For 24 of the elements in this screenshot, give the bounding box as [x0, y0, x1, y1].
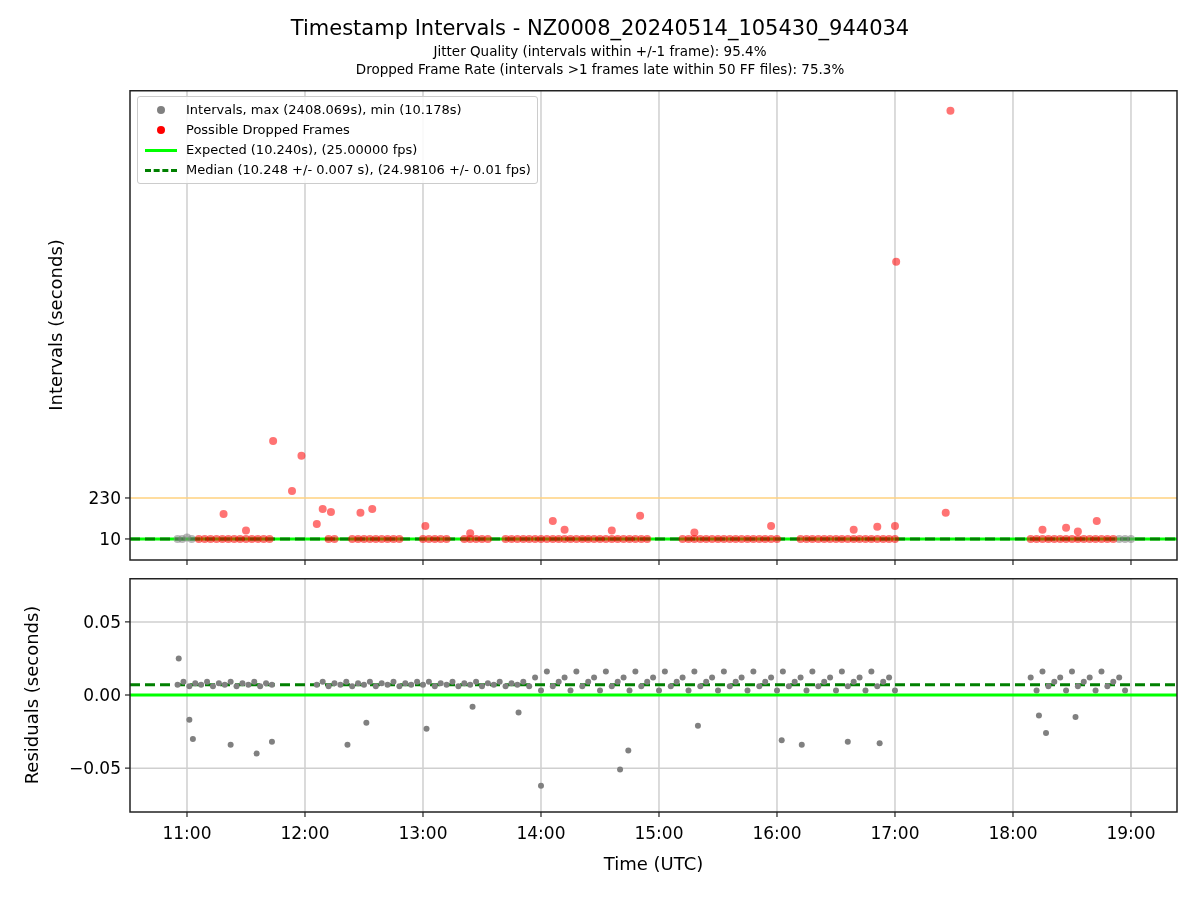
legend-label: Expected (10.240s), (25.00000 fps) — [186, 141, 418, 159]
legend-label: Intervals, max (2408.069s), min (10.178s) — [186, 101, 462, 119]
tick-label: 18:00 — [988, 823, 1038, 843]
axis-title: Intervals (seconds) — [45, 239, 66, 411]
chart-subtitle: Jitter Quality (intervals within +/-1 frame): 95.4% — [433, 42, 767, 60]
chart-title: Timestamp Intervals - NZ0008_20240514_105430_944034 — [290, 15, 910, 42]
tick-label: 11:00 — [162, 823, 212, 843]
tick-label: 14:00 — [516, 823, 566, 843]
legend-label: Possible Dropped Frames — [186, 121, 350, 139]
tick-label: 0.00 — [83, 685, 121, 705]
axis-title: Time (UTC) — [603, 853, 704, 874]
tick-label: 230 — [88, 487, 121, 508]
tick-label: 12:00 — [280, 823, 330, 843]
tick-label: 19:00 — [1106, 823, 1156, 843]
tick-label: 10 — [99, 528, 121, 549]
axis-title: Residuals (seconds) — [21, 605, 42, 785]
tick-label: 16:00 — [752, 823, 802, 843]
tick-label: 0.05 — [83, 611, 121, 632]
legend-label: Median (10.248 +/- 0.007 s), (24.98106 +/- 0.01 fps) — [186, 161, 531, 179]
tick-label: 13:00 — [398, 823, 448, 843]
tick-label: −0.05 — [68, 758, 121, 779]
tick-label: 17:00 — [870, 823, 920, 843]
tick-label: 15:00 — [634, 823, 684, 843]
chart-subtitle: Dropped Frame Rate (intervals >1 frames late within 50 FF files): 75.3% — [355, 60, 845, 78]
